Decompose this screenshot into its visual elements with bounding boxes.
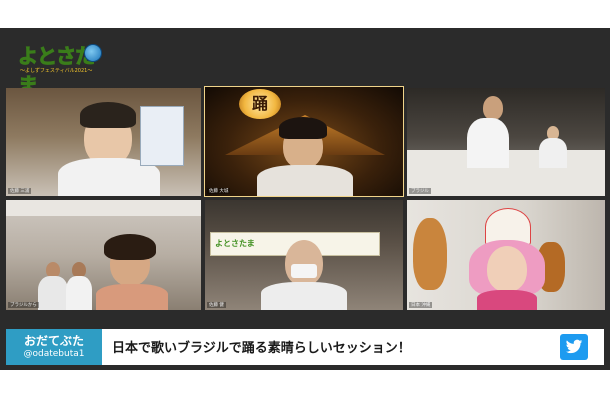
participant-hair <box>104 234 156 260</box>
video-tile-4[interactable]: ブラジルから <box>6 200 201 310</box>
video-stage: よとさたま 〜よしずフェスティバル2021〜 <box>0 28 610 370</box>
participant-shirt <box>477 290 537 310</box>
participant-shirt <box>96 284 168 310</box>
participant-name-tag: ブラジル <box>409 188 431 194</box>
background-person-shirt <box>539 138 567 168</box>
video-tile-3[interactable]: ブラジル <box>407 88 605 196</box>
face-mask <box>291 264 317 278</box>
participant-face <box>483 96 503 120</box>
lantern: 踊 <box>239 89 281 119</box>
comment-message: 日本で歌いブラジルで踊る素晴らしいセッション！ <box>112 341 411 356</box>
commenter-name: おだてぶた <box>23 334 84 348</box>
commenter-handle: @odatebuta1 <box>23 349 85 359</box>
participant-face <box>285 240 323 286</box>
event-logo: よとさたま 〜よしずフェスティバル2021〜 <box>14 36 102 98</box>
participant-name-tag: ブラジルから <box>8 302 39 308</box>
video-tile-5[interactable]: よとさたま 佐藤 健 <box>205 200 403 310</box>
background-person-shirt <box>66 276 92 310</box>
commenter-box: おだてぶた @odatebuta1 <box>6 329 102 365</box>
twitter-icon[interactable] <box>560 334 588 360</box>
logo-subtitle: 〜よしずフェスティバル2021〜 <box>20 68 93 74</box>
participant-name-tag: 佐藤 三浦 <box>8 188 32 194</box>
video-tile-1[interactable]: 佐藤 三浦 <box>6 88 201 196</box>
participant-name-tag: 佐藤 大城 <box>207 188 231 194</box>
participant-hair <box>279 117 327 139</box>
video-tile-2[interactable]: 踊 佐藤 大城 <box>204 86 404 197</box>
background-person-shirt <box>38 276 68 310</box>
globe-icon <box>84 44 102 62</box>
participant-shirt <box>261 282 347 310</box>
gourd-decoration <box>413 218 447 290</box>
wall-poster <box>140 106 184 166</box>
participant-shirt <box>467 118 509 168</box>
video-tile-6[interactable]: 日本 沖縄 <box>407 200 605 310</box>
ceiling <box>6 200 201 216</box>
participant-name-tag: 佐藤 健 <box>207 302 226 308</box>
comment-caption-bar: おだてぶた @odatebuta1 日本で歌いブラジルで踊る素晴らしいセッション… <box>6 329 604 365</box>
banner-logo-text: よとさたま <box>215 239 255 248</box>
participant-hair <box>80 102 136 128</box>
participant-name-tag: 日本 沖縄 <box>409 302 433 308</box>
participant-face <box>487 246 527 292</box>
participant-shirt <box>257 165 353 196</box>
